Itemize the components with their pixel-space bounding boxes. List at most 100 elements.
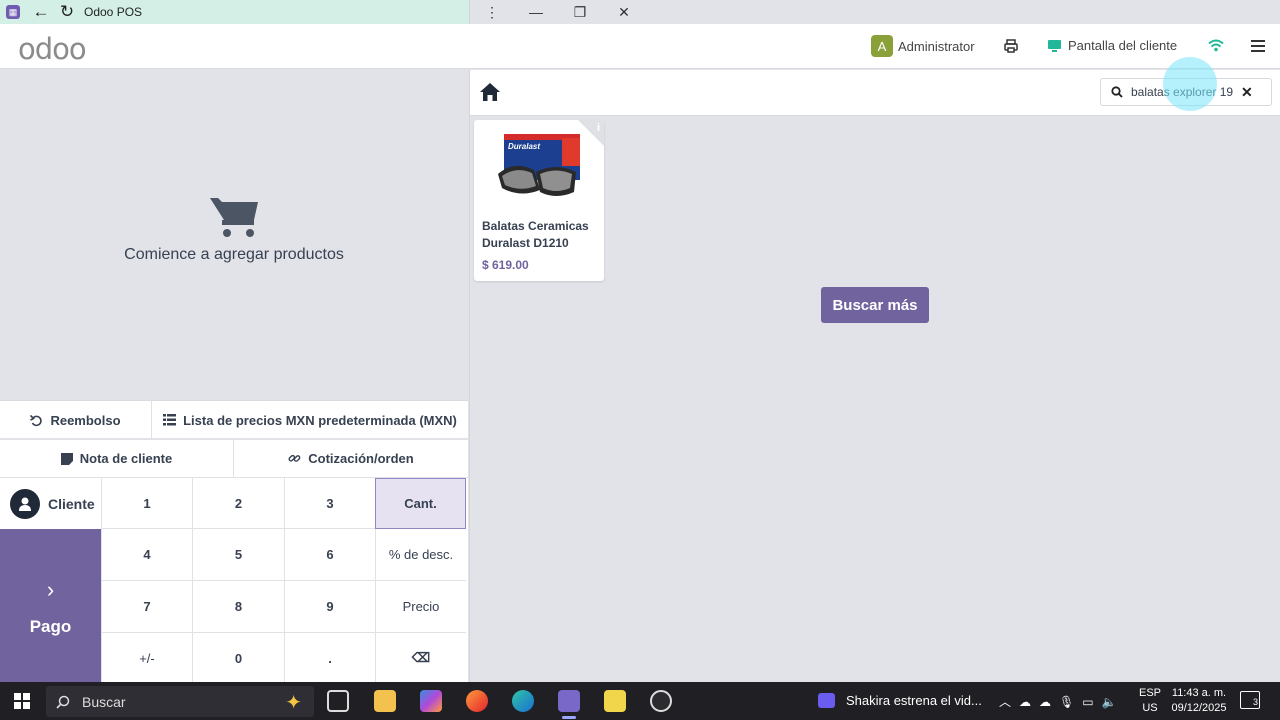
numpad-area: Cliente › Pago 1 2 3 Cant. 4 5 6 % de de… — [0, 477, 468, 684]
product-name: Balatas Ceramicas Duralast D1210 — [482, 219, 589, 250]
taskbar-search-placeholder: Buscar — [82, 693, 126, 710]
clear-search-icon[interactable]: ✕ — [1241, 84, 1253, 101]
numpad-key-4[interactable]: 4 — [101, 529, 192, 581]
close-window-button[interactable]: ✕ — [602, 0, 646, 24]
order-controls-row: Reembolso Lista de precios MXN predeterm… — [0, 400, 468, 439]
file-explorer-icon[interactable] — [374, 690, 396, 712]
windows-taskbar: Buscar ✦ Shakira estrena el vid... ︿ ☁ ☁… — [0, 682, 1280, 720]
numpad-key-9[interactable]: 9 — [284, 581, 375, 633]
cloud-icon[interactable]: ☁ — [1039, 695, 1051, 709]
clock-date: 09/12/2025 — [1171, 702, 1227, 714]
edge-icon[interactable] — [512, 690, 534, 712]
customer-note-label: Nota de cliente — [79, 451, 173, 466]
numpad-key-1[interactable]: 1 — [101, 478, 192, 529]
news-headline: Shakira estrena el vid... — [846, 693, 982, 708]
customer-display-label: Pantalla del cliente — [1068, 38, 1178, 53]
video-icon — [818, 693, 835, 708]
order-pane: Comience a agregar productos Reembolso L… — [0, 70, 468, 684]
info-icon[interactable]: i — [597, 122, 600, 134]
odoo-logo: odoo — [18, 32, 87, 66]
load-more-button[interactable]: Buscar más — [821, 287, 929, 323]
clock-app-icon[interactable] — [650, 690, 672, 712]
monitor-icon — [1048, 39, 1061, 52]
product-search-input[interactable] — [1131, 85, 1235, 99]
copilot-app-icon[interactable] — [420, 690, 442, 712]
pos-header: odoo A Administrator Pantalla del client… — [0, 24, 1280, 69]
odoo-pos-app-icon[interactable] — [558, 690, 580, 712]
microphone-icon[interactable]: 🎙 — [1059, 695, 1074, 709]
battery-icon[interactable]: ▭ — [1082, 695, 1093, 709]
numpad-mode-discount[interactable]: % de desc. — [375, 529, 466, 581]
hamburger-menu-icon[interactable] — [1251, 40, 1265, 52]
reload-icon[interactable]: ↻ — [56, 0, 78, 24]
taskbar-search[interactable]: Buscar ✦ — [46, 686, 314, 717]
kebab-menu-icon[interactable]: ⋮ — [470, 0, 514, 24]
product-search-box[interactable]: ✕ — [1100, 78, 1272, 106]
refund-label: Reembolso — [50, 412, 121, 428]
home-icon[interactable] — [479, 82, 501, 102]
products-toolbar: ✕ — [470, 57, 1280, 116]
active-app-indicator — [562, 716, 576, 719]
copilot-sparkle-icon: ✦ — [285, 692, 302, 714]
customer-button[interactable]: Cliente — [0, 478, 101, 529]
numpad-key-decimal[interactable]: . — [284, 633, 375, 684]
search-icon — [56, 695, 70, 709]
system-tray: ︿ ☁ ☁ 🎙 ▭ 🔈 — [999, 693, 1117, 710]
customer-display-button[interactable]: Pantalla del cliente — [1047, 38, 1177, 53]
pricelist-label: Lista de precios MXN predeterminada (MXN… — [183, 412, 457, 428]
empty-cart-message: Comience a agregar productos — [124, 246, 344, 263]
window-title: Odoo POS — [84, 5, 143, 19]
link-icon — [288, 454, 301, 462]
customer-note-button[interactable]: Nota de cliente — [0, 440, 234, 477]
wifi-icon — [1208, 39, 1224, 52]
onedrive-icon[interactable]: ☁ — [1019, 695, 1031, 709]
chevron-right-icon: › — [46, 576, 55, 602]
back-icon[interactable]: ← — [30, 0, 52, 24]
shopping-cart-icon — [210, 198, 258, 237]
list-icon — [163, 414, 177, 426]
keyboard-layout: US — [1142, 702, 1158, 714]
quotation-button[interactable]: Cotización/orden — [234, 440, 468, 477]
products-pane: ✕ i Duralast Balatas Ceramicas Duralast … — [469, 57, 1280, 682]
numpad-key-plus-minus[interactable]: +/- — [101, 633, 192, 684]
news-widget[interactable]: Shakira estrena el vid... — [818, 693, 982, 708]
payment-button[interactable]: › Pago — [0, 529, 101, 684]
restore-button[interactable]: ❐ — [558, 0, 602, 24]
volume-icon[interactable]: 🔈 — [1102, 695, 1117, 709]
numpad-key-6[interactable]: 6 — [284, 529, 375, 581]
undo-icon — [30, 414, 43, 426]
notes-app-icon[interactable] — [604, 690, 626, 712]
user-menu[interactable]: A Administrator — [871, 35, 975, 57]
task-view-icon[interactable] — [327, 690, 349, 712]
chevron-up-icon[interactable]: ︿ — [999, 693, 1011, 710]
numpad-key-3[interactable]: 3 — [284, 478, 375, 529]
product-price: $ 619.00 — [482, 258, 529, 272]
numpad-key-8[interactable]: 8 — [192, 581, 284, 633]
numpad-key-5[interactable]: 5 — [192, 529, 284, 581]
user-icon — [10, 488, 40, 519]
payment-label: Pago — [29, 616, 72, 636]
numpad-key-0[interactable]: 0 — [192, 633, 284, 684]
numpad-backspace-key[interactable]: ⌫ — [375, 633, 466, 684]
notification-center-icon[interactable]: 3 — [1240, 691, 1260, 709]
printer-icon[interactable] — [1003, 38, 1019, 54]
pricelist-button[interactable]: Lista de precios MXN predeterminada (MXN… — [152, 401, 468, 439]
product-card[interactable]: i Duralast Balatas Ceramicas Duralast D1… — [474, 120, 604, 281]
quotation-label: Cotización/orden — [308, 451, 414, 466]
numpad-key-7[interactable]: 7 — [101, 581, 192, 633]
box-brand-text: Duralast — [508, 142, 540, 151]
clock-time: 11:43 a. m. — [1171, 687, 1227, 699]
windows-start-icon[interactable] — [14, 693, 30, 709]
taskbar-clock[interactable]: 11:43 a. m. 09/12/2025 — [1168, 686, 1230, 716]
product-image: Duralast — [498, 134, 580, 196]
language-code: ESP — [1139, 687, 1162, 699]
numpad-mode-price[interactable]: Precio — [375, 581, 466, 633]
user-name: Administrator — [898, 38, 975, 54]
minimize-button[interactable]: — — [514, 0, 558, 24]
firefox-icon[interactable] — [466, 690, 488, 712]
empty-cart: Comience a agregar productos — [0, 194, 468, 264]
numpad-key-2[interactable]: 2 — [192, 478, 284, 529]
refund-button[interactable]: Reembolso — [0, 401, 152, 439]
language-indicator[interactable]: ESP US — [1139, 686, 1161, 716]
numpad-mode-quantity[interactable]: Cant. — [375, 478, 466, 529]
